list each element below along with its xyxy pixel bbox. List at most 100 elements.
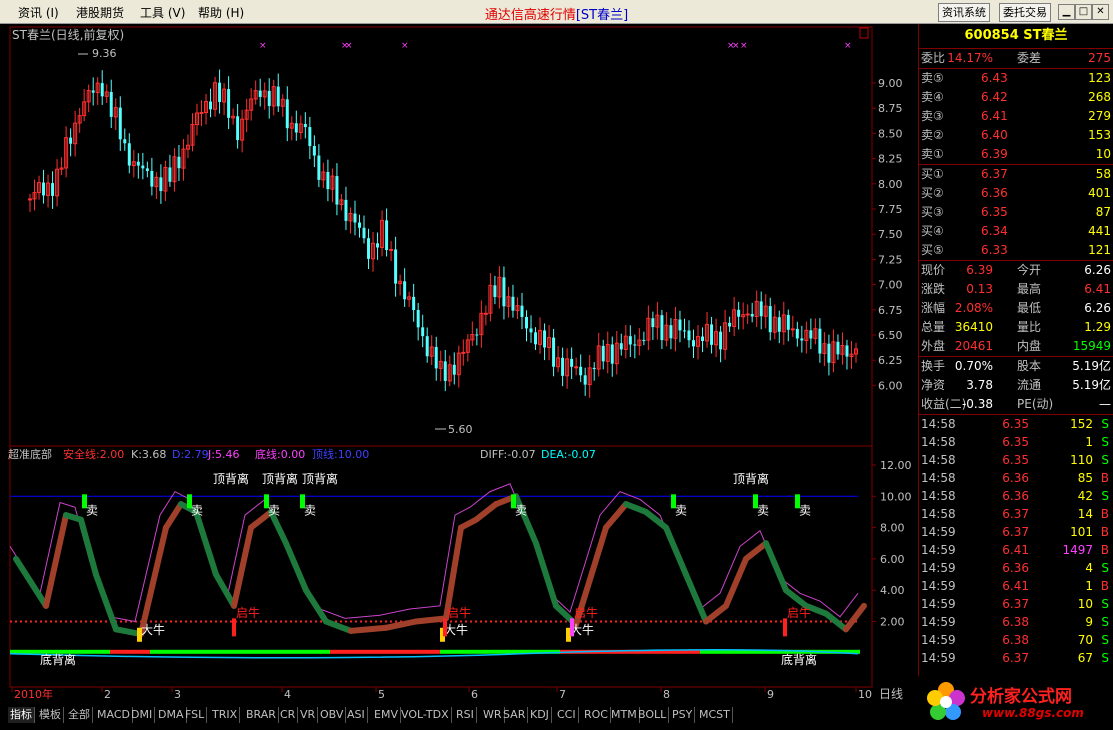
tab-roc[interactable]: ROC — [582, 707, 611, 723]
tick-volume: 70 — [1077, 633, 1093, 647]
price-chart-header: ST春兰(日线,前复权) — [12, 27, 124, 42]
candle-body-down — [326, 172, 330, 190]
candle-body-up — [745, 313, 750, 316]
minimize-icon[interactable]: ▁ — [1058, 4, 1075, 20]
buy-order-row[interactable]: 买③ 6.35 87 — [919, 203, 1113, 222]
tab-kdj[interactable]: KDJ — [528, 707, 552, 723]
sell-order-row[interactable]: 卖④ 6.42 268 — [919, 88, 1113, 107]
tab-dma[interactable]: DMA — [156, 707, 187, 723]
indicator-axis: 12.00 10.00 8.00 6.00 4.00 2.00 — [872, 459, 912, 629]
menu-help[interactable]: 帮助 (H) — [198, 4, 244, 21]
candle-body-down — [827, 343, 831, 363]
candle-body-down — [303, 124, 307, 128]
indicator-tick-label: 6.00 — [880, 553, 905, 566]
tick-list[interactable]: 14:58 6.35 152 S 14:58 6.35 1 S 14:58 6.35 110 S 14:… — [919, 414, 1113, 667]
kd-band-segment — [78, 516, 99, 578]
stat-row-value2: 6.26 — [1084, 301, 1111, 315]
stat-row-value: 20461 — [954, 339, 993, 353]
sell-order-row[interactable]: 卖⑤ 6.43 123 — [919, 69, 1113, 88]
tab-模板[interactable]: 模板 — [37, 707, 64, 723]
candle-body-down — [759, 301, 763, 317]
tab-指标[interactable]: 指标 — [8, 707, 35, 723]
sell-order-row[interactable]: 卖③ 6.41 279 — [919, 107, 1113, 126]
sell-signal-label: 卖 — [675, 503, 687, 517]
menu-info[interactable]: 资讯 (I) — [18, 4, 59, 21]
kd-band-segment — [323, 618, 354, 634]
candle-body-down — [394, 249, 398, 284]
buy-volume: 58 — [1095, 167, 1111, 181]
kd-band-segment — [413, 615, 449, 625]
tick-row: 14:58 6.35 152 S — [919, 415, 1113, 433]
kd-band-segment — [783, 587, 809, 609]
chart-area[interactable]: ST春兰(日线,前复权) × × × × × × × × 9.36 5.60 9.00 8.75… — [0, 24, 918, 704]
candle-body-down — [403, 281, 407, 300]
candle-body-down — [750, 314, 754, 317]
candle-body-down — [592, 367, 596, 370]
buy-order-row[interactable]: 买⑤ 6.33 121 — [919, 241, 1113, 260]
tab-emv[interactable]: EMV — [372, 707, 401, 723]
panel-toggle-icon[interactable] — [859, 27, 869, 39]
tab-fsl[interactable]: FSL — [183, 707, 208, 723]
indicator-plot: 卖卖卖卖卖卖卖卖大牛 大牛 大牛启牛 启牛 启牛 启牛 — [9, 483, 867, 659]
candle-body-down — [701, 336, 705, 341]
buy-order-row[interactable]: 买④ 6.34 441 — [919, 222, 1113, 241]
close-icon[interactable]: ✕ — [1092, 4, 1109, 20]
j-value: J:5.46 — [207, 448, 239, 461]
tab-brar[interactable]: BRAR — [244, 707, 279, 723]
tab-cci[interactable]: CCI — [555, 707, 579, 723]
kd-band-segment — [533, 540, 559, 609]
menu-tools[interactable]: 工具 (V) — [140, 4, 185, 21]
price-tick-label: 7.00 — [878, 279, 903, 292]
maximize-icon[interactable]: □ — [1075, 4, 1092, 20]
indicator-tick-label: 8.00 — [880, 522, 905, 535]
menu-hk-futures[interactable]: 港股期货 — [76, 4, 124, 21]
trade-button[interactable]: 委托交易 — [999, 3, 1051, 22]
start-bull-label: 启牛 — [574, 605, 598, 620]
candle-body-down — [434, 346, 438, 369]
tick-time: 14:58 — [921, 471, 956, 485]
candle-body-down — [452, 364, 456, 375]
candle-body-down — [141, 165, 145, 169]
tab-dmi[interactable]: DMI — [129, 707, 156, 723]
tab-cr[interactable]: CR — [278, 707, 299, 723]
tick-volume: 85 — [1077, 471, 1093, 485]
tab-vr[interactable]: VR — [298, 707, 319, 723]
tick-price: 6.36 — [1002, 471, 1029, 485]
chart-svg[interactable]: ST春兰(日线,前复权) × ×× × ×× × × 9.36 5.60 9.00 8.75… — [0, 24, 918, 704]
price-tick-label: 8.75 — [878, 102, 903, 115]
price-tick-label: 8.25 — [878, 153, 903, 166]
tab-sar[interactable]: SAR — [501, 707, 529, 723]
stat-row-value: 0.13 — [966, 282, 993, 296]
tab-trix[interactable]: TRIX — [210, 707, 241, 723]
kd-band-segment — [163, 501, 184, 531]
tab-mcst[interactable]: MCST — [697, 707, 733, 723]
tab-rsi[interactable]: RSI — [454, 707, 477, 723]
tick-side: S — [1101, 561, 1109, 575]
stat-row-value: 6.39 — [966, 263, 993, 277]
buy-order-row[interactable]: 买② 6.36 401 — [919, 184, 1113, 203]
indicator-name: 超准底部 — [8, 447, 52, 461]
bottom-line-segment — [150, 649, 330, 654]
tick-time: 14:59 — [921, 615, 956, 629]
app-title-text: 通达信高速行情 — [484, 8, 576, 23]
buy-signal-label: 大牛 — [444, 622, 468, 637]
tab-macd[interactable]: MACD — [95, 707, 133, 723]
tick-row: 14:58 6.36 85 B — [919, 469, 1113, 487]
tab-vol-tdx[interactable]: VOL-TDX — [399, 707, 452, 723]
candle-body-down — [118, 107, 122, 140]
stat-row-value2: — — [1099, 397, 1111, 411]
candle-body-down — [583, 375, 587, 385]
candle-body-up — [28, 198, 32, 201]
sell-order-row[interactable]: 卖① 6.39 10 — [919, 145, 1113, 164]
quote-panel: 600854 ST春兰 委比 14.17% 委差 275 卖⑤ 6.43 123 卖④… — [918, 24, 1113, 704]
buy-order-row[interactable]: 买① 6.37 58 — [919, 165, 1113, 184]
sell-order-row[interactable]: 卖② 6.40 153 — [919, 126, 1113, 145]
tick-volume: 152 — [1070, 417, 1093, 431]
tab-psy[interactable]: PSY — [670, 707, 696, 723]
tab-boll[interactable]: BOLL — [636, 707, 670, 723]
tab-obv[interactable]: OBV — [318, 707, 347, 723]
sell-level-label: 卖② — [921, 128, 944, 142]
tab-全部[interactable]: 全部 — [66, 707, 93, 723]
info-system-button[interactable]: 资讯系统 — [938, 3, 990, 22]
tab-asi[interactable]: ASI — [345, 707, 368, 723]
